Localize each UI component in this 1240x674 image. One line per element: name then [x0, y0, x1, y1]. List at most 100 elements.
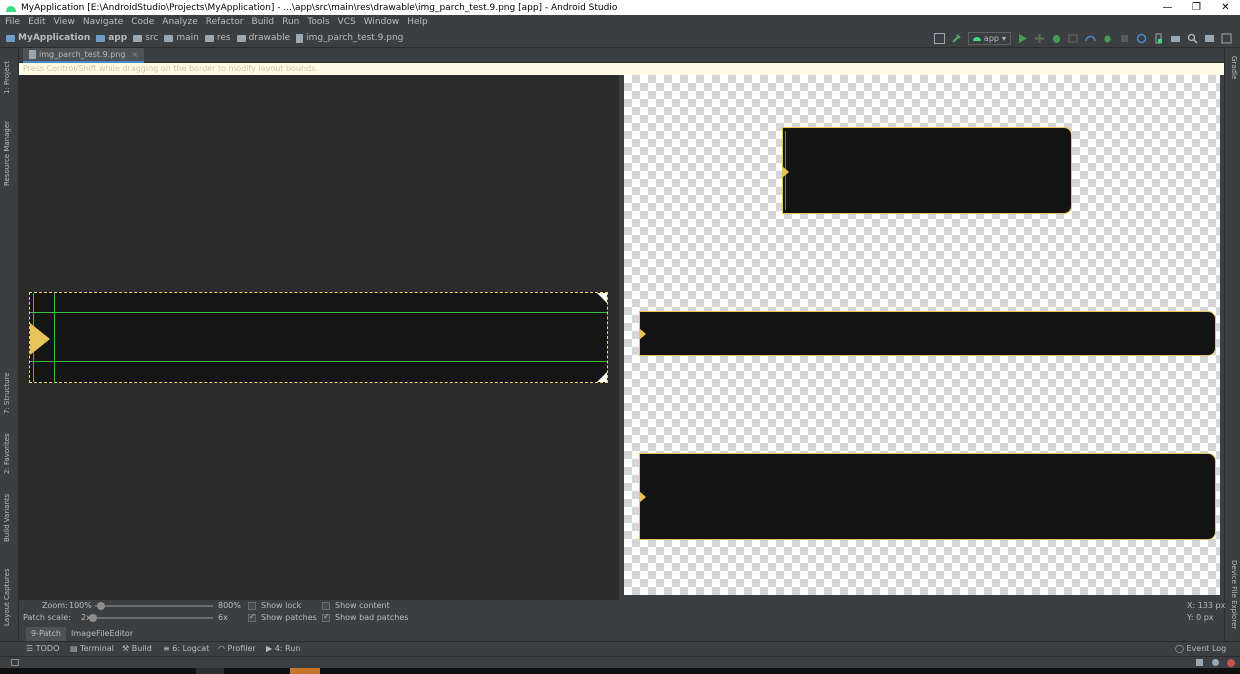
close-icon[interactable]: ×: [131, 50, 138, 59]
avd-manager-icon[interactable]: [1153, 33, 1164, 44]
breadcrumb-src[interactable]: src: [133, 33, 158, 43]
stop-icon[interactable]: [1119, 33, 1130, 44]
hammer-icon: ⚒: [122, 644, 132, 653]
breadcrumb-main[interactable]: main: [164, 33, 199, 43]
menu-analyze[interactable]: Analyze: [162, 17, 197, 27]
menu-run[interactable]: Run: [282, 17, 299, 27]
tool-window-terminal[interactable]: ▤ Terminal: [70, 644, 114, 653]
toggle-tool-windows-icon[interactable]: [11, 659, 19, 666]
tool-tab-favorites[interactable]: 2: Favorites: [3, 433, 11, 474]
attach-debugger-icon[interactable]: [1102, 33, 1113, 44]
nine-patch-source-image[interactable]: [29, 292, 608, 383]
corner-notch-top: [597, 293, 607, 303]
nine-patch-controls: Zoom: 100% 800% Patch scale: 2x 6x Show …: [19, 600, 1225, 627]
error-indicator-icon[interactable]: [1227, 659, 1235, 667]
patch-guide-bottom[interactable]: [30, 361, 607, 362]
tool-window-build[interactable]: ⚒ Build: [122, 644, 152, 653]
tool-window-profiler[interactable]: ◠ Profiler: [218, 644, 256, 653]
sync-gradle-icon[interactable]: [1136, 33, 1147, 44]
build-hammer-icon[interactable]: [951, 33, 962, 44]
sdk-manager-icon[interactable]: [1170, 33, 1181, 44]
menu-view[interactable]: View: [54, 17, 75, 27]
preview-banner-small: [782, 127, 1072, 214]
tool-window-label: Profiler: [227, 644, 256, 653]
patch-guide-top[interactable]: [30, 312, 607, 313]
status-bar: [0, 656, 1240, 668]
close-button[interactable]: ✕: [1211, 0, 1240, 15]
patch-guide-right[interactable]: [54, 293, 55, 382]
run-config-select[interactable]: app ▾: [967, 32, 1011, 45]
coverage-icon[interactable]: [1068, 33, 1079, 44]
menu-navigate[interactable]: Navigate: [83, 17, 123, 27]
breadcrumb-res[interactable]: res: [204, 33, 231, 43]
project-structure-icon[interactable]: [1204, 33, 1215, 44]
tool-tab-layout-captures[interactable]: Layout Captures: [3, 568, 11, 626]
tool-tab-gradle[interactable]: Gradle: [1230, 56, 1238, 79]
menu-edit[interactable]: Edit: [28, 17, 45, 27]
menu-file[interactable]: File: [5, 17, 20, 27]
debug-icon[interactable]: [1051, 33, 1062, 44]
zoom-slider-thumb[interactable]: [97, 602, 105, 610]
breadcrumb-label: img_parch_test.9.png: [306, 33, 404, 43]
tool-tab-structure[interactable]: 7: Structure: [3, 372, 11, 414]
layout-inspector-icon[interactable]: [1221, 33, 1232, 44]
layout-icon[interactable]: [933, 33, 945, 44]
lock-icon[interactable]: [1196, 659, 1203, 666]
title-bar: MyApplication [E:\AndroidStudio\Projects…: [0, 0, 1240, 15]
editor-tabs: img_parch_test.9.png ×: [19, 48, 1224, 63]
breadcrumb-drawable[interactable]: drawable: [236, 33, 291, 43]
menu-code[interactable]: Code: [131, 17, 154, 27]
tab-image-file-editor[interactable]: ImageFileEditor: [66, 627, 138, 641]
search-icon[interactable]: [1187, 33, 1198, 44]
menu-refactor[interactable]: Refactor: [206, 17, 244, 27]
apply-changes-icon[interactable]: [1034, 33, 1045, 44]
breadcrumb-project[interactable]: MyApplication: [6, 33, 90, 43]
tool-tab-resource-manager[interactable]: Resource Manager: [3, 121, 11, 186]
event-log[interactable]: ◯ Event Log: [1175, 644, 1226, 653]
breadcrumb-label: drawable: [248, 33, 291, 43]
breadcrumb-file[interactable]: img_parch_test.9.png: [296, 33, 403, 43]
left-tool-strip: 1: Project Resource Manager 7: Structure…: [0, 48, 19, 654]
inspector-icon[interactable]: [1212, 659, 1219, 666]
run-icon[interactable]: [1017, 33, 1028, 44]
menu-help[interactable]: Help: [407, 17, 428, 27]
menu-build[interactable]: Build: [252, 17, 275, 27]
tool-window-bar: ☰ TODO ▤ Terminal ⚒ Build ≡ 6: Logcat ◠ …: [0, 641, 1240, 656]
tool-tab-build-variants[interactable]: Build Variants: [3, 494, 11, 542]
taskbar-app[interactable]: [196, 668, 224, 674]
profile-icon[interactable]: [1085, 33, 1096, 44]
logcat-icon: ≡: [163, 644, 173, 653]
tool-tab-device-file-explorer[interactable]: Device File Explorer: [1230, 560, 1238, 629]
show-bad-patches-checkbox[interactable]: [322, 612, 330, 622]
patch-scale-slider[interactable]: [95, 617, 213, 619]
image-file-icon: [296, 33, 304, 43]
tool-window-label: Terminal: [80, 644, 114, 653]
show-patches-checkbox[interactable]: [248, 612, 256, 622]
tool-window-todo[interactable]: ☰ TODO: [26, 644, 59, 653]
maximize-button[interactable]: ❐: [1182, 0, 1211, 15]
menu-bar: File Edit View Navigate Code Analyze Ref…: [0, 15, 1240, 29]
show-patches-label: Show patches: [261, 613, 317, 622]
tool-tab-project[interactable]: 1: Project: [3, 61, 11, 94]
corner-notch-bottom: [597, 372, 607, 382]
chevron-down-icon: ▾: [1001, 34, 1006, 43]
patch-scale-thumb[interactable]: [89, 614, 97, 622]
menu-window[interactable]: Window: [364, 17, 400, 27]
menu-tools[interactable]: Tools: [307, 17, 329, 27]
show-content-checkbox[interactable]: [322, 602, 330, 610]
folder-icon: [133, 34, 143, 42]
zoom-slider[interactable]: [95, 605, 213, 607]
menu-vcs[interactable]: VCS: [338, 17, 356, 27]
breadcrumb-module[interactable]: app: [96, 33, 127, 43]
tab-img-parch-test[interactable]: img_parch_test.9.png ×: [23, 48, 145, 63]
tool-window-run[interactable]: ▶ 4: Run: [266, 644, 300, 653]
show-lock-checkbox[interactable]: [248, 602, 256, 610]
tool-window-logcat[interactable]: ≡ 6: Logcat: [163, 644, 209, 653]
tab-9-patch[interactable]: 9-Patch: [26, 627, 66, 641]
arrow-decoration-icon: [30, 323, 50, 355]
list-icon: ☰: [26, 644, 36, 653]
minimize-button[interactable]: —: [1153, 0, 1182, 15]
taskbar-app-active[interactable]: [290, 668, 320, 674]
os-taskbar: [0, 668, 1240, 674]
tab-label: img_parch_test.9.png: [39, 50, 126, 59]
